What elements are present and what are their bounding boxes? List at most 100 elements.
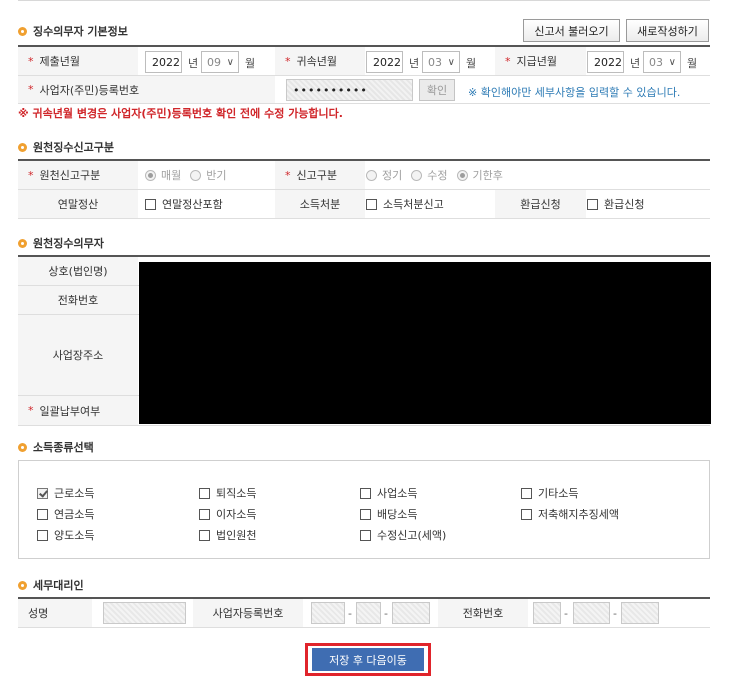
dash: - <box>564 607 568 620</box>
checkbox-label: 배당소득 <box>377 508 418 521</box>
batch-label: * 일괄납부여부 <box>18 396 138 425</box>
income-item[interactable]: 저축해지추징세액 <box>521 506 619 522</box>
agent-name-input[interactable] <box>103 602 186 624</box>
disposal-checkbox[interactable]: 소득처분신고 <box>366 190 444 218</box>
income-item[interactable]: 퇴직소득 <box>199 485 256 501</box>
checkbox-icon[interactable] <box>145 198 156 210</box>
required-icon: * <box>285 54 291 68</box>
income-item[interactable]: 사업소득 <box>360 485 417 501</box>
income-item[interactable]: 근로소득 <box>37 485 94 501</box>
required-icon: * <box>28 168 34 182</box>
radio-label: 수정 <box>427 169 448 182</box>
month-unit: 월 <box>466 57 477 70</box>
basic-info-table: * 제출년월 2022 년 09 ∨ 월 * 귀속년월 2022 년 03 ∨ 월 * 지… <box>18 45 710 104</box>
income-item[interactable]: 기타소득 <box>521 485 578 501</box>
label-text: 귀속년월 <box>296 55 337 68</box>
checkbox-icon[interactable] <box>360 529 371 541</box>
income-item[interactable]: 배당소득 <box>360 506 417 522</box>
checkbox-icon[interactable] <box>199 487 210 499</box>
checkbox-label: 소득처분신고 <box>383 198 444 211</box>
confirm-button[interactable]: 확인 <box>419 79 455 101</box>
radio-monthly[interactable] <box>145 169 156 181</box>
month-unit: 월 <box>245 57 256 70</box>
radio-half[interactable] <box>190 169 202 181</box>
checkbox-label: 연금소득 <box>54 508 95 521</box>
select-value: 09 <box>207 55 221 69</box>
checkbox-icon[interactable] <box>199 529 210 541</box>
section-title-text: 소득종류선택 <box>33 441 94 454</box>
regno-password-input[interactable]: •••••••••• <box>286 79 413 101</box>
agent-name-label: 성명 <box>18 599 92 627</box>
load-report-button[interactable]: 신고서 불러오기 <box>523 19 620 42</box>
checkbox-icon[interactable] <box>37 508 48 520</box>
radio-regular[interactable] <box>366 169 377 181</box>
checkbox-icon[interactable] <box>37 487 48 499</box>
save-next-button[interactable]: 저장 후 다음이동 <box>312 648 424 671</box>
agent-bizno-input-1[interactable] <box>311 602 345 624</box>
year-unit: 년 <box>188 57 199 70</box>
checkbox-icon[interactable] <box>360 487 371 499</box>
bullet-icon <box>18 580 27 590</box>
belong-year-input[interactable]: 2022 <box>366 51 403 73</box>
disposal-label: 소득처분 <box>275 190 365 218</box>
section-title-text: 징수의무자 기본정보 <box>33 25 128 38</box>
agent-phone-input-2[interactable] <box>573 602 610 624</box>
radio-late[interactable] <box>456 169 468 181</box>
checkbox-label: 법인원천 <box>216 529 257 542</box>
month-unit: 월 <box>687 57 698 70</box>
year-unit: 년 <box>630 57 641 70</box>
options-row: 연말정산 연말정산포함 소득처분 소득처분신고 환급신청 환급신청 <box>18 190 710 219</box>
submit-year-input[interactable]: 2022 <box>145 51 182 73</box>
agent-phone-input-3[interactable] <box>621 602 659 624</box>
income-item[interactable]: 연금소득 <box>37 506 94 522</box>
income-item[interactable]: 양도소득 <box>37 527 94 543</box>
checkbox-icon[interactable] <box>199 508 210 520</box>
save-button-highlight: 저장 후 다음이동 <box>305 643 431 676</box>
pay-month-select[interactable]: 03 ∨ <box>643 51 681 73</box>
checkbox-icon[interactable] <box>587 198 598 210</box>
checkbox-icon[interactable] <box>521 508 532 520</box>
required-icon: * <box>285 168 291 182</box>
report-type-radios: 매월 반기 <box>145 161 236 189</box>
section-title-text: 원천징수신고구분 <box>33 141 114 154</box>
checkbox-icon[interactable] <box>37 529 48 541</box>
agent-phone-label: 전화번호 <box>438 599 528 627</box>
belong-month-select[interactable]: 03 ∨ <box>422 51 460 73</box>
income-item[interactable]: 이자소득 <box>199 506 256 522</box>
select-value: 03 <box>649 55 663 69</box>
bullet-icon <box>18 238 27 248</box>
income-item[interactable]: 수정신고(세액) <box>360 527 446 543</box>
checkbox-icon[interactable] <box>366 198 377 210</box>
checkbox-label: 기타소득 <box>538 487 579 500</box>
income-item[interactable]: 법인원천 <box>199 527 256 543</box>
dash: - <box>384 607 388 620</box>
new-report-button[interactable]: 새로작성하기 <box>626 19 709 42</box>
checkbox-icon[interactable] <box>360 508 371 520</box>
regno-label: * 사업자(주민)등록번호 <box>18 76 275 103</box>
label-text: 원천신고구분 <box>39 169 101 182</box>
phone-label: 전화번호 <box>18 286 138 314</box>
dash: - <box>348 607 352 620</box>
checkbox-icon[interactable] <box>521 487 532 499</box>
top-divider <box>18 0 710 3</box>
yearend-checkbox[interactable]: 연말정산포함 <box>145 190 223 218</box>
label-text: 신고구분 <box>296 169 337 182</box>
confirm-note: ※ 확인해야만 세부사항을 입력할 수 있습니다. <box>468 86 681 99</box>
submit-month-select[interactable]: 09 ∨ <box>201 51 239 73</box>
label-text: 제출년월 <box>39 55 80 68</box>
agent-phone-input-1[interactable] <box>533 602 561 624</box>
submit-ym-label: * 제출년월 <box>18 47 138 75</box>
radio-amend[interactable] <box>411 169 423 181</box>
radio-label: 반기 <box>206 169 227 182</box>
radio-label: 기한후 <box>472 169 503 182</box>
tax-agent-table: 성명 사업자등록번호 - - 전화번호 - - <box>18 597 710 628</box>
pay-year-input[interactable]: 2022 <box>587 51 624 73</box>
agent-bizno-input-3[interactable] <box>392 602 430 624</box>
refund-checkbox[interactable]: 환급신청 <box>587 190 644 218</box>
section-title-withholder: 원천징수의무자 <box>18 235 104 251</box>
required-icon: * <box>28 83 34 96</box>
checkbox-label: 양도소득 <box>54 529 95 542</box>
bullet-icon <box>18 442 27 452</box>
section-title-text: 원천징수의무자 <box>33 237 104 250</box>
agent-bizno-input-2[interactable] <box>356 602 381 624</box>
